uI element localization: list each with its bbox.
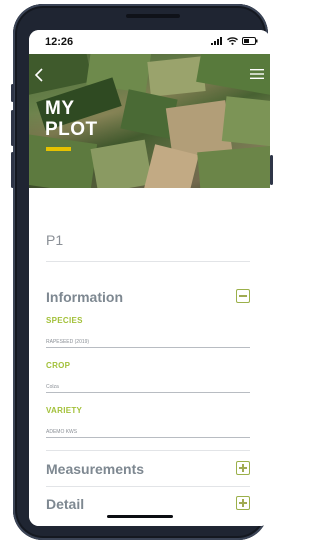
expand-icon[interactable] bbox=[236, 496, 250, 510]
status-time: 12:26 bbox=[45, 36, 74, 48]
side-button bbox=[11, 110, 14, 146]
field-patch bbox=[90, 139, 153, 188]
field-patch bbox=[29, 134, 98, 188]
wifi-icon bbox=[227, 37, 238, 45]
field-underline bbox=[46, 347, 250, 348]
field-label-crop: CROP bbox=[46, 361, 71, 370]
signal-icon bbox=[211, 37, 222, 45]
speaker-grille bbox=[126, 14, 180, 18]
section-title-information[interactable]: Information bbox=[46, 289, 123, 305]
section-title-detail[interactable]: Detail bbox=[46, 496, 84, 512]
plot-header-image: MY PLOT bbox=[29, 54, 270, 188]
field-label-variety: VARIETY bbox=[46, 406, 83, 415]
menu-icon[interactable] bbox=[250, 68, 264, 80]
field-value-species[interactable]: RAPESEED (2019) bbox=[46, 339, 89, 345]
field-underline bbox=[46, 437, 250, 438]
app-screen: 12:26 MY PLOT P1 Information SPECIES RAP… bbox=[29, 30, 270, 526]
field-label-species: SPECIES bbox=[46, 316, 83, 325]
plot-name: P1 bbox=[46, 232, 64, 248]
status-bar: 12:26 bbox=[29, 30, 270, 54]
expand-icon[interactable] bbox=[236, 461, 250, 475]
side-button bbox=[11, 152, 14, 188]
divider bbox=[46, 450, 250, 451]
side-button bbox=[270, 155, 273, 185]
plot-details: P1 Information SPECIES RAPESEED (2019) C… bbox=[29, 188, 270, 526]
field-underline bbox=[46, 392, 250, 393]
field-patch bbox=[221, 96, 270, 147]
field-value-variety[interactable]: ADEMO KWS bbox=[46, 429, 77, 435]
field-value-crop[interactable]: Colza bbox=[46, 384, 59, 390]
field-patch bbox=[197, 145, 270, 188]
home-indicator[interactable] bbox=[107, 515, 173, 518]
divider bbox=[46, 261, 250, 262]
status-icons bbox=[211, 37, 258, 45]
section-title-measurements[interactable]: Measurements bbox=[46, 461, 144, 477]
divider bbox=[46, 486, 250, 487]
collapse-icon[interactable] bbox=[236, 289, 250, 303]
battery-icon bbox=[242, 37, 258, 45]
back-icon[interactable] bbox=[33, 68, 45, 82]
page-title: MY PLOT bbox=[45, 98, 98, 140]
side-button bbox=[11, 84, 14, 102]
title-underline bbox=[46, 147, 71, 151]
